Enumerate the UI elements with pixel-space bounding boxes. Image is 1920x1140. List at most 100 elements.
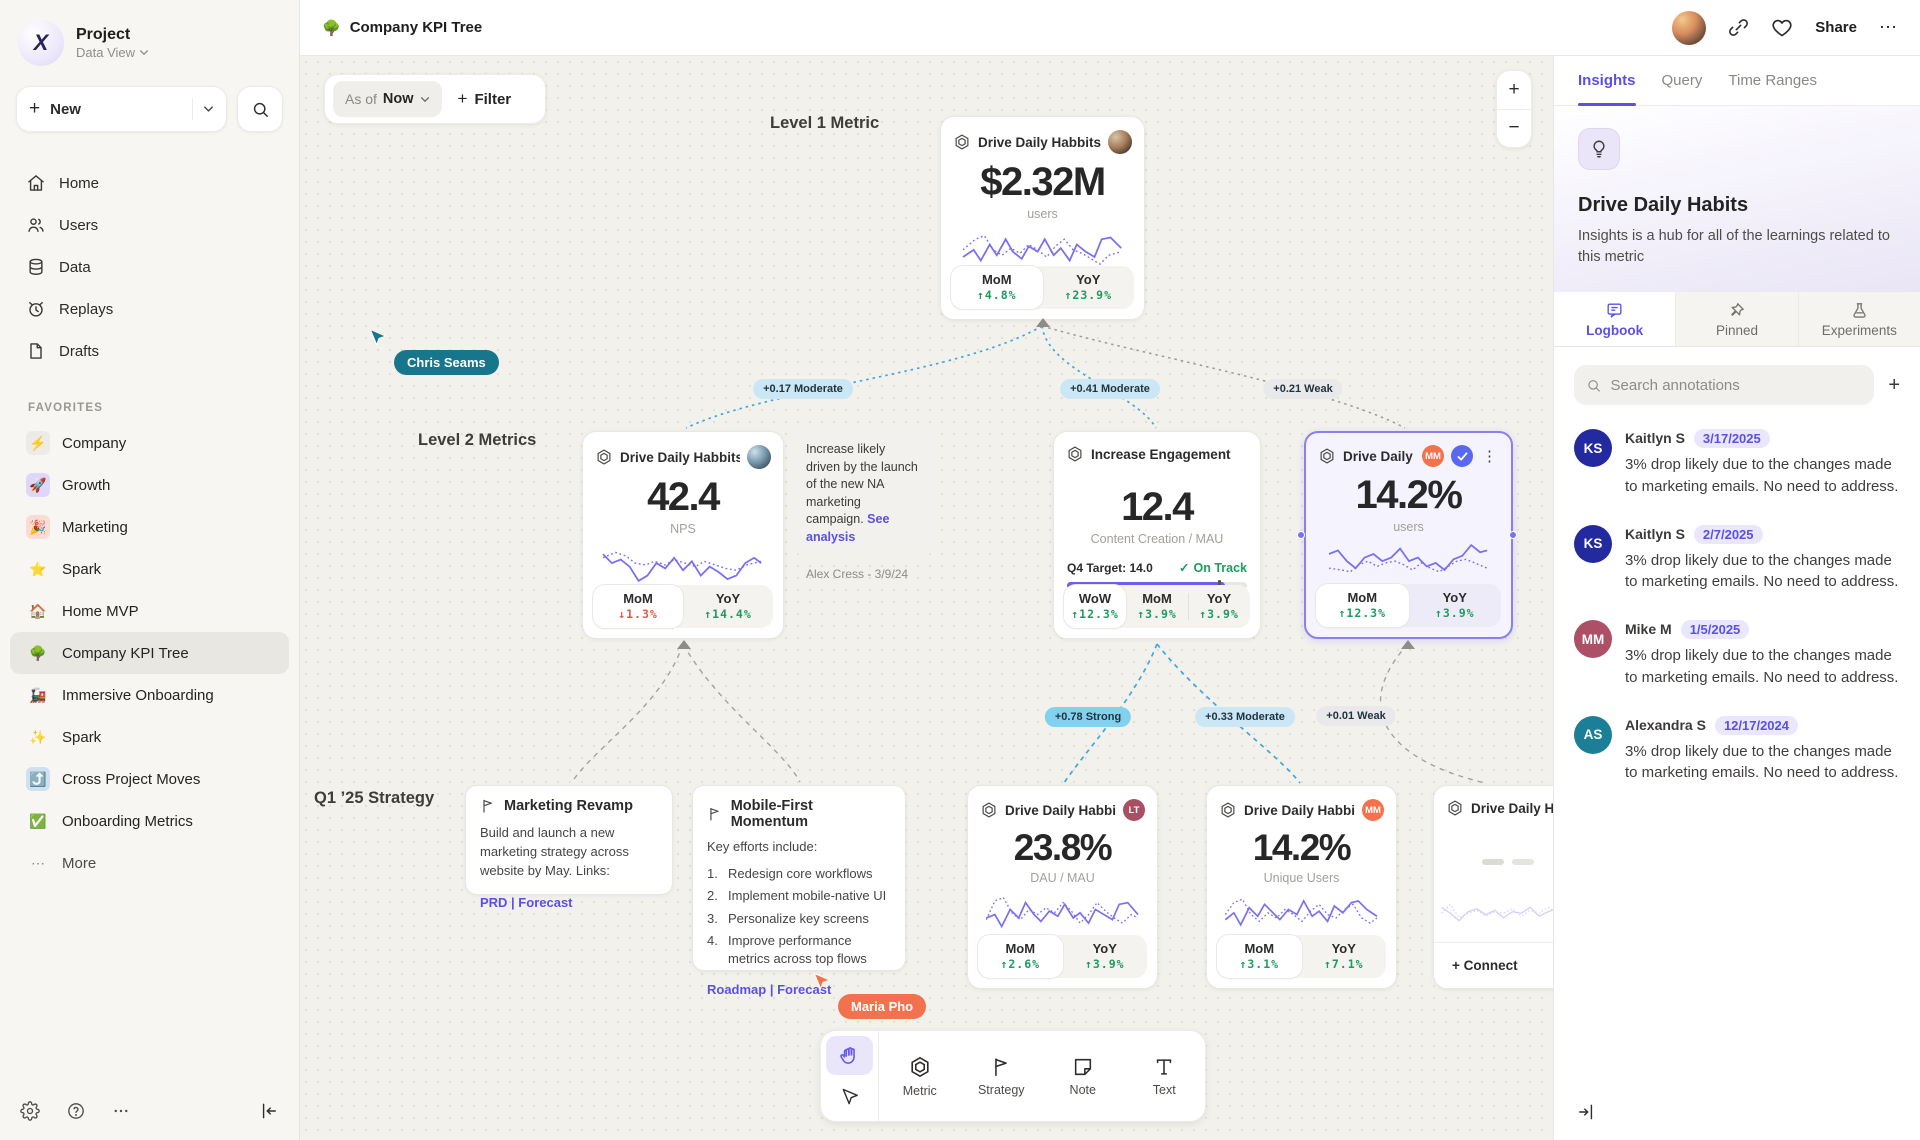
- sidebar-item-spark[interactable]: ⭐ Spark: [10, 548, 289, 590]
- zoom-out-button[interactable]: −: [1497, 110, 1531, 148]
- help-button[interactable]: [66, 1101, 86, 1121]
- avatar[interactable]: [1672, 11, 1706, 45]
- strategy-links[interactable]: PRD | Forecast: [480, 895, 658, 910]
- collaborator-cursor-maria: Maria Pho: [812, 972, 926, 1019]
- sidebar-item-home-mvp[interactable]: 🏠 Home MVP: [10, 590, 289, 632]
- more-menu-button[interactable]: ⋯: [1879, 17, 1898, 38]
- annotation-author: Kaitlyn S: [1625, 526, 1685, 542]
- subtab-pinned[interactable]: Pinned: [1675, 292, 1797, 346]
- subtab-experiments[interactable]: Experiments: [1798, 292, 1920, 346]
- metric-card-unique-users[interactable]: Drive Daily Habbits MM 14.2% Unique User…: [1206, 785, 1397, 989]
- metric-card-nps[interactable]: Drive Daily Habbits 42.4 NPS MoM ↓1.3% Y…: [582, 431, 784, 639]
- tab-time-ranges[interactable]: Time Ranges: [1728, 56, 1817, 105]
- on-track-label: On Track: [1194, 561, 1248, 575]
- mom-label: MoM: [593, 591, 683, 606]
- mom-label: MoM: [951, 272, 1043, 287]
- annotation-item[interactable]: MM Mike M1/5/2025 3% drop likely due to …: [1574, 620, 1900, 689]
- owner-badge[interactable]: MM: [1422, 445, 1444, 467]
- project-subtitle: Data View: [76, 45, 135, 60]
- text-tool-button[interactable]: Text: [1124, 1031, 1206, 1121]
- sidebar-item-home[interactable]: Home: [16, 162, 283, 204]
- more-button[interactable]: [112, 1102, 130, 1120]
- new-button[interactable]: + New: [16, 86, 227, 132]
- tab-query[interactable]: Query: [1662, 56, 1703, 105]
- link-icon[interactable]: [1728, 17, 1749, 38]
- sidebar-item-more[interactable]: ⋯ More: [10, 842, 289, 884]
- filter-button[interactable]: + Filter: [446, 89, 524, 109]
- owner-badge[interactable]: MM: [1362, 799, 1384, 821]
- kebab-menu-icon[interactable]: ⋮: [1480, 447, 1499, 465]
- annotation-item[interactable]: KS Kaitlyn S3/17/2025 3% drop likely due…: [1574, 429, 1900, 498]
- sidebar-item-spark-2[interactable]: ✨ Spark: [10, 716, 289, 758]
- sidebar-item-company[interactable]: ⚡ Company: [10, 422, 289, 464]
- zoom-controls: + −: [1496, 70, 1532, 148]
- yoy-toggle[interactable]: YoY ↑7.1%: [1302, 935, 1387, 978]
- mom-toggle[interactable]: MoM ↑3.9%: [1126, 585, 1188, 628]
- metric-card-dau[interactable]: Drive Daily Habbits LT 23.8% DAU / MAU M…: [967, 785, 1158, 989]
- strategy-note-mobile[interactable]: Mobile-First Momentum Key efforts includ…: [692, 785, 906, 971]
- mom-label: MoM: [1217, 941, 1302, 956]
- project-switcher[interactable]: X Project Data View: [0, 0, 299, 80]
- selection-handle[interactable]: [1297, 531, 1305, 539]
- owner-avatar[interactable]: [747, 445, 771, 469]
- collapse-panel-button[interactable]: [1576, 1102, 1596, 1122]
- add-annotation-button[interactable]: +: [1888, 374, 1900, 397]
- yoy-toggle[interactable]: YoY ↑14.4%: [683, 585, 773, 628]
- metric-card-selected[interactable]: Drive Daily Habb.. MM ⋮ 14.2% users MoM …: [1304, 431, 1513, 639]
- share-button[interactable]: Share: [1815, 19, 1857, 36]
- owner-badge[interactable]: LT: [1123, 799, 1145, 821]
- train-icon: 🚂: [26, 683, 50, 707]
- connect-button[interactable]: + Connect: [1434, 942, 1553, 988]
- sidebar-item-marketing[interactable]: 🎉 Marketing: [10, 506, 289, 548]
- strategy-tool-button[interactable]: Strategy: [961, 1031, 1043, 1121]
- selection-handle[interactable]: [1509, 531, 1517, 539]
- annotation-item[interactable]: KS Kaitlyn S2/7/2025 3% drop likely due …: [1574, 525, 1900, 594]
- wow-toggle[interactable]: WoW ↑12.3%: [1064, 585, 1126, 628]
- strategy-note-marketing[interactable]: Marketing Revamp Build and launch a new …: [465, 785, 673, 895]
- mom-toggle[interactable]: MoM ↑3.1%: [1217, 935, 1302, 978]
- tool-label: Text: [1153, 1083, 1176, 1097]
- collapse-sidebar-button[interactable]: [259, 1101, 279, 1121]
- tab-insights[interactable]: Insights: [1578, 56, 1636, 105]
- hand-tool-button[interactable]: [826, 1036, 873, 1075]
- heart-icon[interactable]: [1771, 17, 1793, 39]
- select-tool-button[interactable]: [826, 1077, 873, 1116]
- metric-card-l1[interactable]: Drive Daily Habbits $2.32M users MoM ↑4.…: [940, 116, 1145, 320]
- note-tool-button[interactable]: Note: [1042, 1031, 1124, 1121]
- mom-toggle[interactable]: MoM ↑2.6%: [978, 935, 1063, 978]
- yoy-toggle[interactable]: YoY ↑3.9%: [1188, 585, 1250, 628]
- metric-card-partial[interactable]: Drive Daily Hab + Connect: [1433, 785, 1553, 989]
- annotation-search[interactable]: [1574, 365, 1874, 405]
- settings-button[interactable]: [20, 1101, 40, 1121]
- metric-hexagon-icon: [980, 801, 998, 819]
- kpi-tree-canvas[interactable]: As of Now + Filter + − Level 1 Metric Le…: [300, 56, 1553, 1140]
- mom-toggle[interactable]: MoM ↑12.3%: [1316, 584, 1409, 627]
- mom-toggle[interactable]: MoM ↑4.8%: [951, 266, 1043, 309]
- yoy-toggle[interactable]: YoY ↑23.9%: [1043, 266, 1135, 309]
- subtab-label: Pinned: [1716, 323, 1758, 338]
- annotation-item[interactable]: AS Alexandra S12/17/2024 3% drop likely …: [1574, 716, 1900, 785]
- subtab-logbook[interactable]: Logbook: [1554, 292, 1675, 346]
- sidebar-item-users[interactable]: Users: [16, 204, 283, 246]
- search-input[interactable]: [1611, 377, 1863, 394]
- zoom-in-button[interactable]: +: [1497, 71, 1531, 109]
- yoy-toggle[interactable]: YoY ↑3.9%: [1409, 584, 1502, 627]
- metric-card-engagement[interactable]: Increase Engagement 12.4 Content Creatio…: [1053, 431, 1261, 639]
- sidebar-item-growth[interactable]: 🚀 Growth: [10, 464, 289, 506]
- owner-avatar[interactable]: [1108, 130, 1132, 154]
- sidebar-item-drafts[interactable]: Drafts: [16, 330, 283, 372]
- sidebar-item-data[interactable]: Data: [16, 246, 283, 288]
- canvas-annotation-note[interactable]: Increase likely driven by the launch of …: [793, 429, 935, 555]
- as-of-dropdown[interactable]: As of Now: [333, 81, 442, 117]
- sidebar-item-company-kpi-tree[interactable]: 🌳 Company KPI Tree: [10, 632, 289, 674]
- sidebar-item-immersive-onboarding[interactable]: 🚂 Immersive Onboarding: [10, 674, 289, 716]
- sidebar-item-replays[interactable]: Replays: [16, 288, 283, 330]
- sidebar-item-cross-project-moves[interactable]: ⤴️ Cross Project Moves: [10, 758, 289, 800]
- search-button[interactable]: [237, 86, 283, 132]
- new-button-label: New: [50, 101, 182, 118]
- yoy-toggle[interactable]: YoY ↑3.9%: [1063, 935, 1148, 978]
- metric-tool-button[interactable]: Metric: [879, 1031, 961, 1121]
- sidebar-item-onboarding-metrics[interactable]: ✅ Onboarding Metrics: [10, 800, 289, 842]
- chevron-down-icon[interactable]: [203, 105, 214, 113]
- mom-toggle[interactable]: MoM ↓1.3%: [593, 585, 683, 628]
